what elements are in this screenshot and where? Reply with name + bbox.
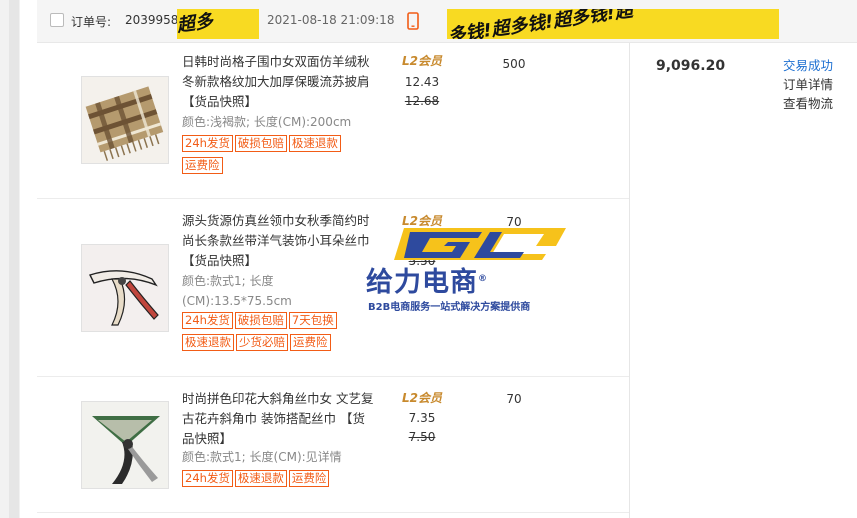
order-no-label: 订单号: (71, 15, 112, 29)
service-badge: 极速退款 (288, 135, 341, 152)
service-badge: 运费险 (288, 470, 330, 487)
service-badge: 极速退款 (182, 334, 234, 351)
service-badge: 24h发货 (182, 135, 233, 152)
product-title[interactable]: 日韩时尚格子围巾女双面仿羊绒秋冬新款格纹加大加厚保暖流苏披肩 【货品快照】 (182, 52, 374, 112)
service-badges: 24h发货 极速退款 运费险 (182, 470, 382, 492)
ribbon-scarf-image-icon (82, 245, 168, 331)
product-title[interactable]: 源头货源仿真丝领巾女秋季简约时尚长条款丝带洋气装饰小耳朵丝巾 【货品快照】 (182, 211, 374, 271)
unit-price: 7.35 (408, 411, 436, 425)
service-badges: 24h发货 破损包赔 7天包换极速退款 少货必赔 运费险 (182, 312, 382, 356)
order-select-checkbox[interactable] (50, 13, 64, 27)
watermark-tagline: B2B电商服务一站式解决方案提供商 (368, 302, 531, 313)
service-badge: 破损包赔 (234, 312, 287, 329)
product-thumbnail[interactable] (81, 401, 169, 489)
service-badge: 极速退款 (234, 470, 287, 487)
service-badge: 24h发货 (182, 312, 233, 329)
left-strip-inner (9, 0, 19, 518)
order-detail-link[interactable]: 订单详情 (783, 74, 833, 93)
service-badge: 7天包换 (288, 312, 337, 329)
order-status-link[interactable]: 交易成功 (783, 55, 833, 74)
promo-banner-fragment: 超多 (177, 9, 259, 39)
floral-scarf-image-icon (82, 402, 168, 488)
unit-price: 12.43 (404, 75, 440, 89)
watermark-brand-cn: 给力电商® (366, 267, 488, 298)
plaid-scarf-image-icon (82, 77, 168, 163)
left-scroll-strip (0, 0, 20, 518)
product-attributes: 颜色:款式1; 长度(CM):见详情 (182, 450, 342, 464)
order-time: 2021-08-18 21:09:18 (267, 13, 395, 27)
promo-banner: 多钱!超多钱!超多钱!超 (447, 9, 779, 39)
order-no-value: 2039958 (125, 13, 179, 27)
member-level-label: L2会员 (402, 54, 442, 68)
service-badge: 少货必赔 (236, 334, 288, 351)
brand-watermark: GL 给力电商® B2B电商服务一站式解决方案提供商 (366, 224, 566, 314)
column-divider (629, 43, 630, 518)
gl-logo-icon: GL (394, 228, 566, 260)
product-title[interactable]: 时尚拼色印花大斜角丝巾女 文艺复古花卉斜角巾 装饰搭配丝巾 【货品快照】 (182, 389, 374, 449)
quantity: 500 (502, 57, 526, 71)
mobile-phone-icon (407, 12, 419, 30)
service-badge: 运费险 (290, 334, 331, 351)
product-attributes: 颜色:浅褐款; 长度(CM):200cm (182, 115, 352, 129)
service-badge: 运费险 (182, 157, 223, 174)
order-total: 9,096.20 (656, 58, 726, 74)
original-price: 12.68 (404, 94, 440, 108)
order-item-3: 时尚拼色印花大斜角丝巾女 文艺复古花卉斜角巾 装饰搭配丝巾 【货品快照】 颜色:… (37, 377, 629, 513)
view-logistics-link[interactable]: 查看物流 (783, 93, 833, 112)
member-level-label: L2会员 (402, 391, 442, 405)
product-thumbnail[interactable] (81, 244, 169, 332)
service-badge: 24h发货 (182, 470, 233, 487)
service-badges: 24h发货 破损包赔 极速退款运费险 (182, 135, 382, 179)
order-header: 订单号: 2039958 超多 2021-08-18 21:09:18 多钱!超… (37, 0, 857, 43)
product-thumbnail[interactable] (81, 76, 169, 164)
original-price: 7.50 (408, 430, 436, 444)
service-badge: 破损包赔 (234, 135, 287, 152)
order-item-1: 日韩时尚格子围巾女双面仿羊绒秋冬新款格纹加大加厚保暖流苏披肩 【货品快照】 颜色… (37, 43, 629, 199)
product-attributes: 颜色:款式1; 长度(CM):13.5*75.5cm (182, 274, 292, 308)
quantity: 70 (506, 392, 522, 406)
